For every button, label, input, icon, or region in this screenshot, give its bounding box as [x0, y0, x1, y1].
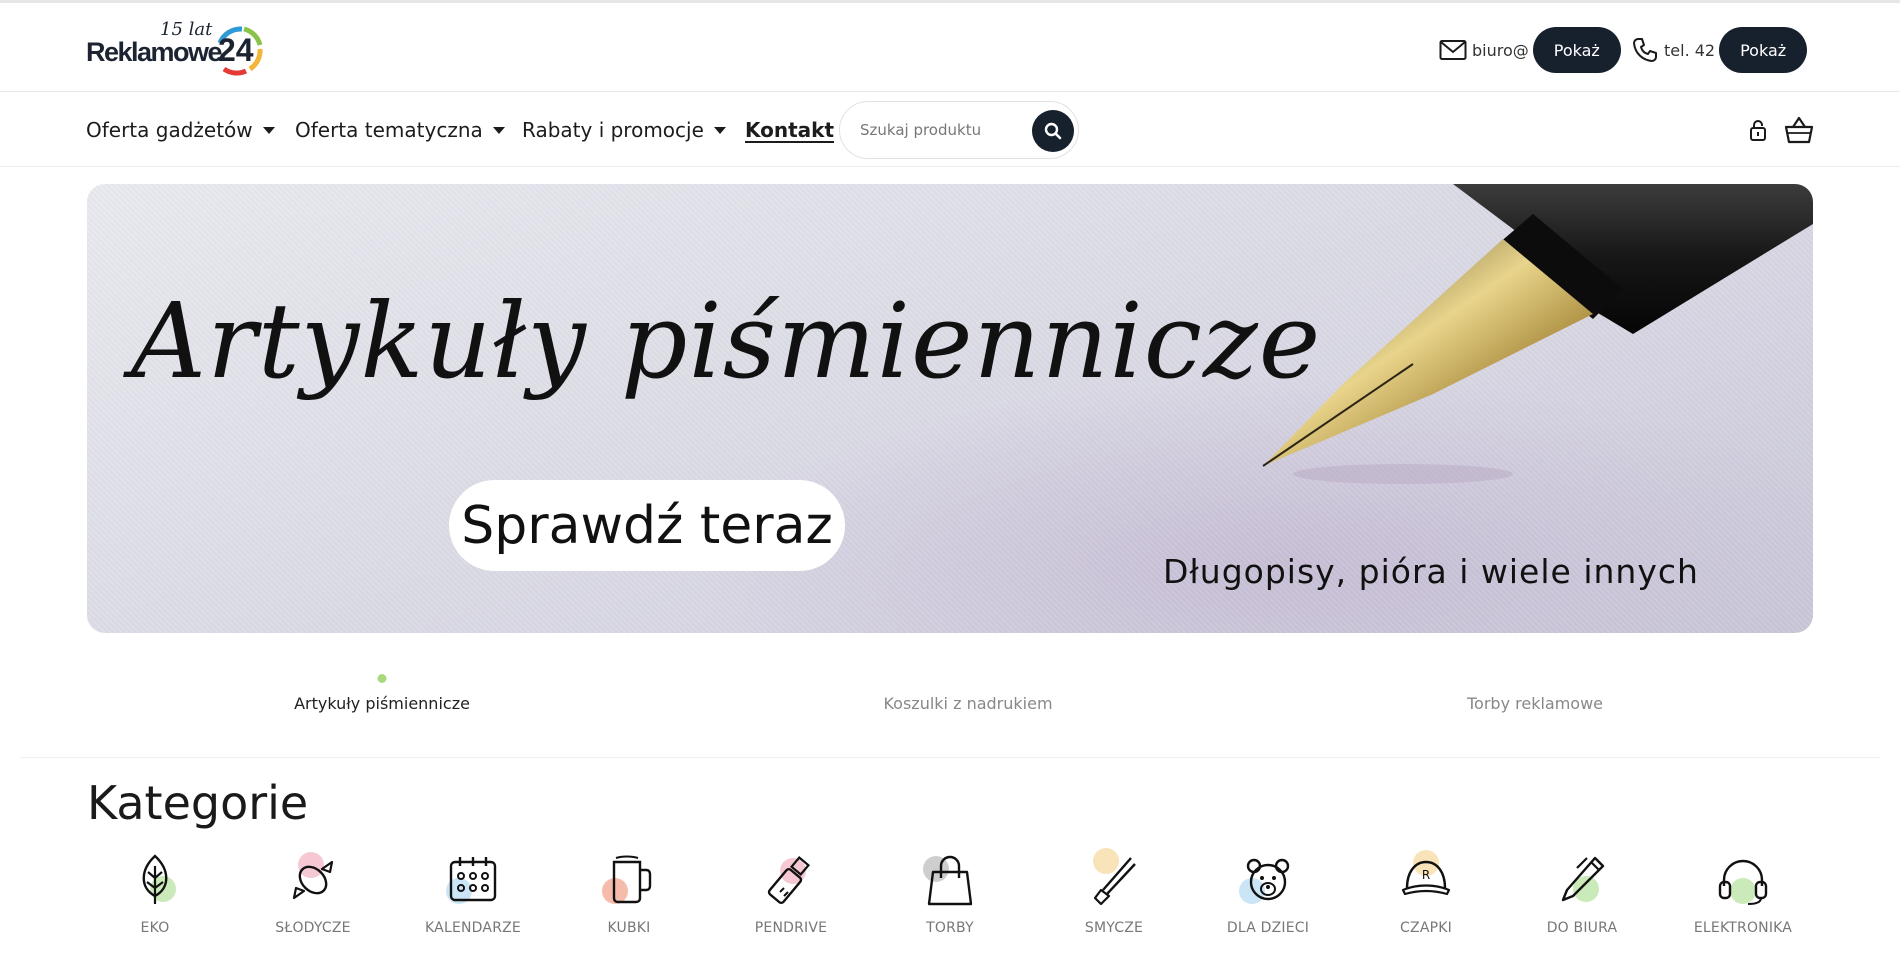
show-email-button[interactable]: Pokaż: [1532, 27, 1621, 73]
search-input[interactable]: [860, 121, 1020, 139]
category-label: TORBY: [926, 920, 974, 936]
email-text: biuro@: [1472, 40, 1529, 60]
slide-tab-torby[interactable]: Torby reklamowe: [1467, 694, 1603, 713]
nav-oferta-gadzetow[interactable]: Oferta gadżetów: [86, 92, 275, 167]
category-slodycze[interactable]: SŁODYCZE: [248, 848, 378, 936]
slide-tab-koszulki[interactable]: Koszulki z nadrukiem: [883, 694, 1052, 713]
mail-icon: [1438, 35, 1468, 65]
nav-label: Oferta tematyczna: [295, 117, 483, 142]
nav-label: Rabaty i promocje: [522, 117, 704, 142]
category-kalendarze[interactable]: KALENDARZE: [408, 848, 538, 936]
caret-down-icon: [713, 127, 726, 134]
category-czapki[interactable]: R CZAPKI: [1361, 848, 1491, 936]
category-pendrive[interactable]: PENDRIVE: [726, 848, 856, 936]
categories-heading: Kategorie: [87, 776, 309, 830]
pendrive-icon: [767, 855, 811, 905]
category-label: DLA DZIECI: [1226, 920, 1310, 936]
category-label: ELEKTRONIKA: [1693, 920, 1793, 936]
leaf-icon: [142, 854, 168, 904]
phone-icon: [1630, 35, 1660, 65]
category-torby[interactable]: TORBY: [885, 848, 1015, 936]
nav-kontakt[interactable]: Kontakt: [745, 92, 834, 167]
category-label: SŁODYCZE: [275, 920, 351, 936]
top-bar: 15 lat Reklamowe 24 biuro@ Pokaż tel. 42…: [0, 3, 1900, 92]
hero-title: Artykuły piśmiennicze: [131, 280, 1322, 402]
caret-down-icon: [262, 127, 275, 134]
basket-icon[interactable]: [1784, 116, 1814, 144]
section-divider: [20, 757, 1880, 758]
category-eko[interactable]: EKO: [90, 848, 220, 936]
phone-text: tel. 42: [1664, 40, 1716, 60]
lock-icon[interactable]: [1748, 118, 1768, 142]
category-do-biura[interactable]: DO BIURA: [1517, 848, 1647, 936]
hero-subtitle: Długopisy, pióra i wiele innych: [1163, 552, 1699, 591]
nav-label: Kontakt: [745, 117, 835, 142]
check-now-button[interactable]: Sprawdź teraz: [449, 480, 845, 571]
slider-pagination: Artykuły piśmiennicze Koszulki z nadruki…: [87, 660, 1813, 730]
pen-icon: [1561, 856, 1605, 902]
cap-icon: R: [1401, 860, 1451, 896]
lanyard-icon: [1093, 857, 1136, 906]
slide-tab-artykuly[interactable]: Artykuły piśmiennicze: [294, 694, 470, 713]
hero-banner[interactable]: Artykuły piśmiennicze Sprawdź teraz Dług…: [87, 184, 1813, 633]
teddy-bear-icon: [1246, 858, 1290, 901]
search-icon: [1044, 122, 1062, 140]
category-label: SMYCZE: [1084, 920, 1144, 936]
category-dla-dzieci[interactable]: DLA DZIECI: [1203, 848, 1333, 936]
phone-contact: tel. 42 Pokaż: [1630, 27, 1808, 73]
category-label: KALENDARZE: [425, 920, 521, 936]
nav-label: Oferta gadżetów: [86, 117, 253, 142]
nav-icons: [1732, 110, 1814, 150]
nav-rabaty-i-promocje[interactable]: Rabaty i promocje: [522, 92, 726, 167]
category-label: PENDRIVE: [754, 920, 828, 936]
category-label: EKO: [140, 920, 170, 936]
category-label: KUBKI: [607, 920, 651, 936]
category-kubki[interactable]: KUBKI: [564, 848, 694, 936]
headphones-icon: [1718, 859, 1768, 905]
candy-icon: [292, 860, 334, 900]
nav-oferta-tematyczna[interactable]: Oferta tematyczna: [295, 92, 505, 167]
logo[interactable]: 15 lat Reklamowe 24: [86, 19, 266, 81]
show-phone-button[interactable]: Pokaż: [1719, 27, 1808, 73]
search-button[interactable]: [1032, 110, 1074, 152]
logo-brand: Reklamowe: [86, 37, 223, 67]
svg-text:R: R: [1422, 868, 1430, 882]
calendar-icon: [449, 857, 497, 902]
email-contact: biuro@ Pokaż: [1438, 27, 1621, 73]
category-label: DO BIURA: [1546, 920, 1618, 936]
logo-number: 24: [218, 32, 254, 68]
category-label: CZAPKI: [1400, 920, 1452, 936]
search-box: [839, 101, 1079, 159]
mug-icon: [612, 855, 652, 904]
category-smycze[interactable]: SMYCZE: [1049, 848, 1179, 936]
caret-down-icon: [492, 127, 505, 134]
active-slide-dot: [377, 674, 387, 683]
bag-icon: [927, 855, 973, 906]
category-elektronika[interactable]: ELEKTRONIKA: [1678, 848, 1808, 936]
main-nav: Oferta gadżetów Oferta tematyczna Rabaty…: [0, 92, 1900, 167]
categories-list: EKO SŁODYCZE KALENDARZE KUBKI PENDRIVE T…: [87, 848, 1813, 948]
